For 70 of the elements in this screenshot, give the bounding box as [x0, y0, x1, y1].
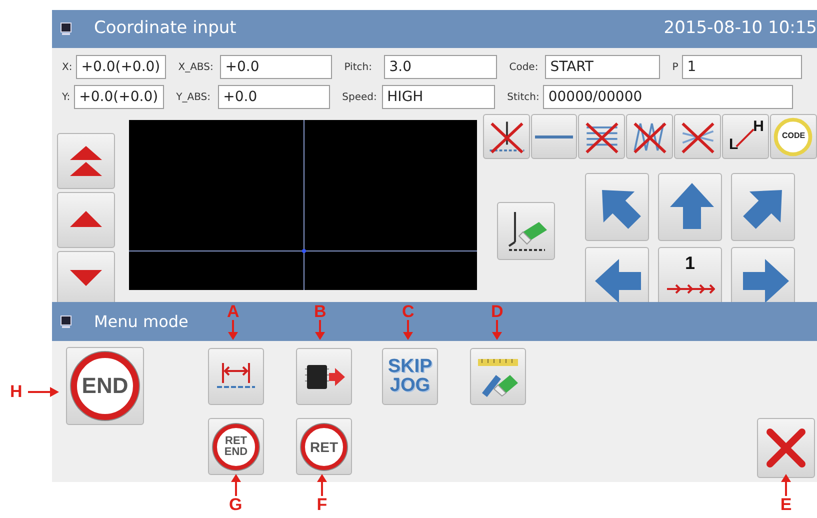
input-field[interactable]: +0.0(+0.0): [74, 85, 164, 109]
icon-letter: H: [753, 117, 764, 137]
date-time: 2015-08-10 10:15: [664, 17, 817, 40]
toolbar-button[interactable]: [626, 114, 673, 159]
jog-button[interactable]: [658, 173, 722, 241]
callout-letter: E: [780, 496, 792, 513]
width-button[interactable]: [208, 348, 264, 405]
return-button[interactable]: RET: [296, 418, 352, 475]
monitor-icon: [60, 314, 72, 328]
toolbar-button[interactable]: [483, 114, 530, 159]
ruler-eraser-button[interactable]: [470, 348, 526, 405]
callout-arrow: [227, 320, 240, 340]
jog-button[interactable]: [585, 247, 649, 302]
input-field[interactable]: 3.0: [384, 55, 498, 79]
return-button[interactable]: RET END: [208, 418, 264, 475]
jog-button[interactable]: [731, 247, 795, 302]
callout-letter: H: [10, 383, 22, 400]
close-button[interactable]: [757, 418, 815, 478]
callout-letter: F: [316, 496, 328, 513]
icon-label: CODE: [780, 130, 806, 142]
up-button[interactable]: [57, 192, 115, 248]
callout-arrow: [316, 474, 328, 496]
callout-arrow: [780, 474, 792, 496]
skip-jog-button[interactable]: SKIP JOG: [382, 348, 438, 405]
toolbar-button[interactable]: L H: [722, 114, 769, 159]
field-label: Pitch:: [343, 60, 373, 74]
jog-button[interactable]: [585, 173, 649, 241]
jog-button[interactable]: 1: [658, 247, 722, 302]
field-label: Speed:: [341, 90, 378, 104]
callout-arrow: [28, 386, 60, 398]
icon-letter: L: [729, 134, 738, 154]
field-label: Code:: [508, 60, 540, 74]
field-label: Y_ABS:: [175, 90, 212, 104]
line-icon: [535, 134, 573, 138]
input-field[interactable]: +0.0(+0.0): [76, 55, 166, 79]
callout-arrow: [230, 474, 242, 496]
toolbar-button[interactable]: [674, 114, 721, 159]
step-number: 1: [684, 252, 696, 275]
field-label: Y:: [61, 90, 72, 104]
input-field[interactable]: +0.0: [218, 85, 330, 109]
down-button[interactable]: [57, 251, 115, 302]
monitor-icon: [60, 22, 72, 36]
needle-eraser-button[interactable]: [497, 202, 555, 260]
stitch-arrows-icon: [667, 284, 715, 294]
input-field[interactable]: 00000/00000: [543, 85, 794, 109]
callout-letter: G: [229, 496, 242, 513]
callout-letter: B: [314, 303, 326, 320]
jog-button[interactable]: [731, 173, 795, 241]
toolbar-button[interactable]: [531, 114, 577, 159]
menu-title: Menu mode: [94, 310, 188, 332]
field-label: X:: [61, 60, 74, 74]
callout-arrow: [314, 320, 326, 340]
input-field[interactable]: START: [545, 55, 660, 79]
input-field[interactable]: 1: [682, 55, 802, 79]
double-up-button[interactable]: [57, 133, 115, 189]
chip-button[interactable]: [296, 348, 352, 405]
end-button[interactable]: END: [66, 347, 144, 425]
input-field[interactable]: HIGH: [382, 85, 496, 109]
field-label: X_ABS:: [177, 60, 214, 74]
input-field[interactable]: +0.0: [220, 55, 332, 79]
callout-letter: C: [402, 303, 414, 320]
field-label: Stitch:: [506, 90, 540, 104]
field-label: P: [671, 60, 680, 74]
callout-arrow: [491, 320, 504, 340]
window-title: Coordinate input: [94, 17, 236, 40]
toolbar-button[interactable]: [578, 114, 625, 159]
callout-arrow: [402, 320, 414, 340]
callout-letter: A: [227, 303, 240, 320]
toolbar-button[interactable]: CODE: [770, 114, 817, 159]
callout-letter: D: [491, 303, 504, 320]
